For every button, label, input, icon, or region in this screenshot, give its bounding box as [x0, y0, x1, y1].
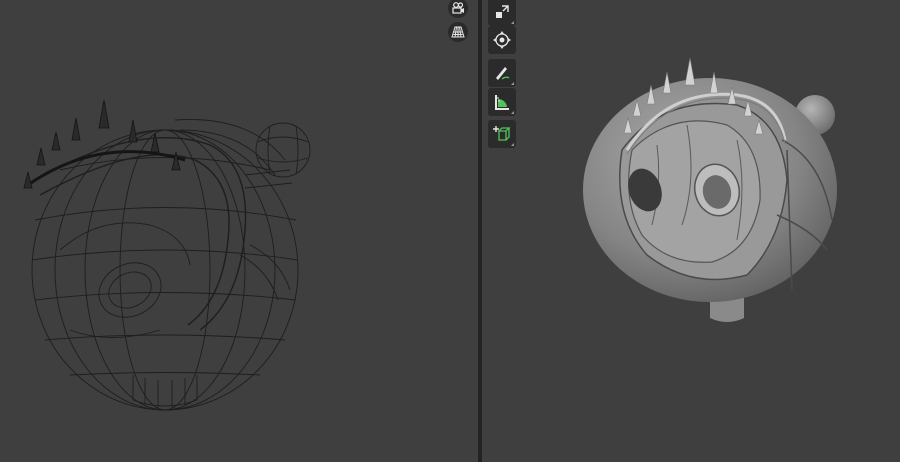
- measure-icon: [493, 93, 511, 111]
- scale-tool-button[interactable]: [488, 0, 516, 26]
- add-cube-icon: [493, 125, 511, 143]
- perspective-toggle-button[interactable]: [448, 22, 468, 42]
- annotate-tool-button[interactable]: [488, 59, 516, 87]
- wireframe-model: [23, 99, 311, 411]
- transform-tool-button[interactable]: [488, 26, 516, 54]
- camera-icon: [451, 1, 465, 15]
- annotate-icon: [493, 64, 511, 82]
- measure-tool-button[interactable]: [488, 88, 516, 116]
- left-viewport-wireframe[interactable]: [0, 0, 478, 462]
- right-viewport-solid[interactable]: [482, 0, 900, 462]
- scale-icon: [494, 4, 510, 20]
- grid-perspective-icon: [451, 25, 465, 39]
- transform-icon: [493, 31, 511, 49]
- solid-model: [583, 57, 837, 322]
- add-cube-tool-button[interactable]: [488, 120, 516, 148]
